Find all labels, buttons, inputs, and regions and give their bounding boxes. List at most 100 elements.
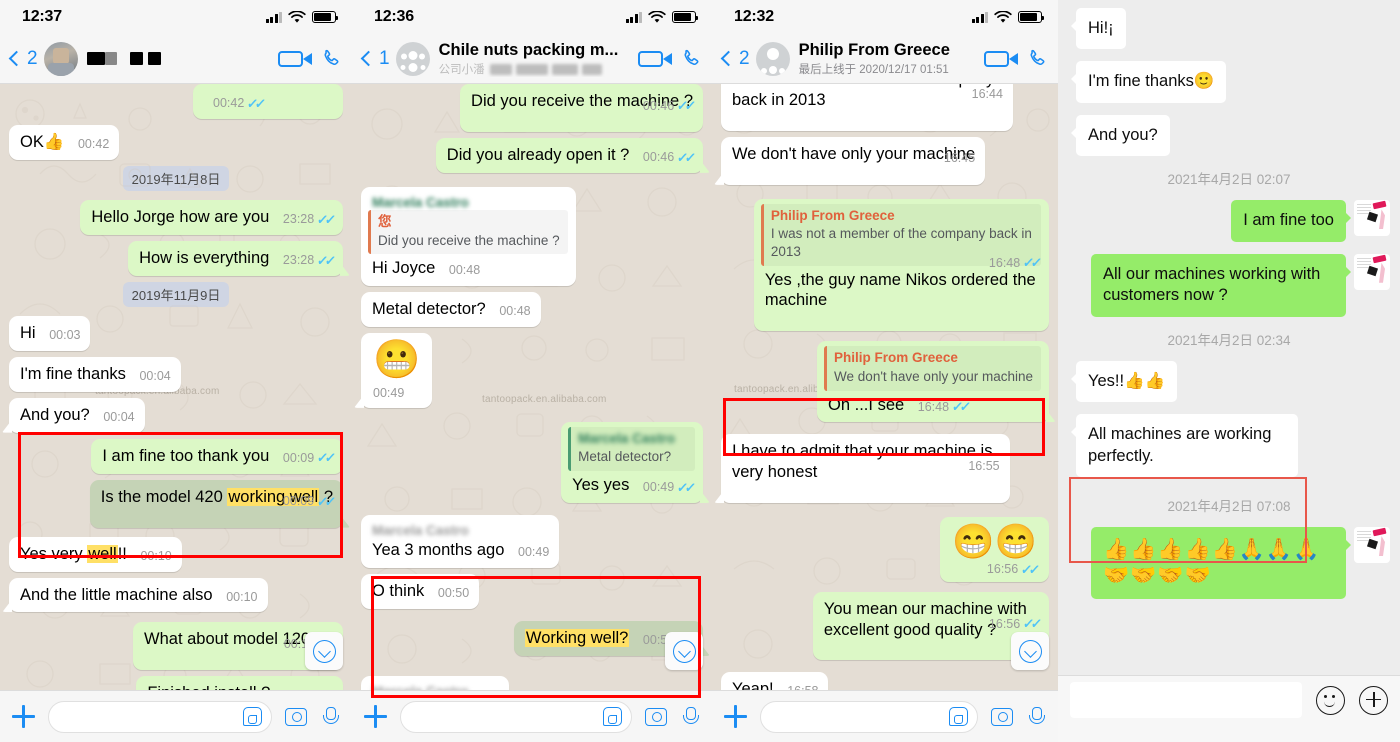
message-row[interactable]: Philip From Greece We don't have only yo… <box>712 341 1058 423</box>
message-row[interactable]: What about model 1200 ? 00:11✓✓ <box>0 622 352 671</box>
voice-call-icon[interactable] <box>1026 48 1048 70</box>
back-button[interactable]: 1 <box>360 48 396 70</box>
message-row[interactable]: We don't have only your machine 16:45 <box>712 136 1058 185</box>
message-list-1[interactable]: tantoopack.en.alibaba.com 00:42✓✓ OK👍 00… <box>0 84 352 690</box>
avatar[interactable] <box>1354 526 1390 563</box>
page-title: Philip From Greece 最后上线于 2020/12/17 01:5… <box>799 41 978 77</box>
wechat-message-list[interactable]: Hi!¡ I'm fine thanks🙂 And you? 2021年4月2日… <box>1058 0 1400 675</box>
message-row[interactable]: I am fine too <box>1058 200 1400 242</box>
camera-icon[interactable] <box>991 707 1013 726</box>
message-row[interactable]: 00:42 ✓✓ <box>0 84 352 119</box>
message-row[interactable]: Philip From Greece I was not a member of… <box>712 198 1058 332</box>
voice-call-icon[interactable] <box>320 48 342 70</box>
message-input[interactable] <box>760 700 978 733</box>
message-row[interactable]: OK👍 00:42 <box>0 124 352 160</box>
message-bubble: I was not a member of the company back i… <box>721 84 1013 131</box>
avatar[interactable] <box>1354 200 1390 237</box>
chat-subtitle: 公司小潘 <box>439 61 632 77</box>
voice-call-icon[interactable] <box>680 48 702 70</box>
message-row[interactable]: I am fine too thank you 00:09 ✓✓ <box>0 438 352 474</box>
message-row[interactable]: Marcela Castro 您 Did you receive the mac… <box>352 186 712 287</box>
message-row[interactable]: And you? 00:04 <box>0 397 352 433</box>
message-input[interactable] <box>48 700 272 733</box>
message-row[interactable]: 😁😁 16:56 ✓✓ <box>712 517 1058 582</box>
avatar[interactable] <box>395 41 430 76</box>
message-row[interactable]: 😬 00:49 <box>352 333 712 408</box>
message-list-3[interactable]: tantoopack.en.alibaba.com I was not a me… <box>712 84 1058 690</box>
camera-icon[interactable] <box>285 707 307 726</box>
message-row[interactable]: Yeap! 16:58 <box>712 672 1058 690</box>
chevron-left-icon <box>360 50 377 67</box>
attach-icon[interactable] <box>724 705 747 728</box>
message-row[interactable]: Marcela Castro Metal detector? Yes yes 0… <box>352 421 712 503</box>
signal-icon <box>265 11 282 23</box>
message-row[interactable]: Hello Jorge how are you 23:28 ✓✓ <box>0 199 352 235</box>
status-bar: 12:37 <box>0 0 352 34</box>
message-row[interactable]: And you? <box>1058 114 1400 157</box>
message-row[interactable]: I was not a member of the company back i… <box>712 84 1058 131</box>
camera-icon[interactable] <box>645 707 667 726</box>
message-row[interactable]: Hi 00:03 <box>0 315 352 351</box>
back-button[interactable]: 2 <box>720 48 756 70</box>
message-row[interactable]: Working well? 00:50✓✓ <box>352 620 712 656</box>
signal-icon <box>971 11 988 23</box>
avatar[interactable] <box>755 41 790 76</box>
message-row[interactable]: How is everything 23:28 ✓✓ <box>0 240 352 276</box>
scroll-to-bottom-button[interactable] <box>1011 632 1049 670</box>
message-row[interactable]: I'm fine thanks 00:04 <box>0 356 352 392</box>
date-divider: 2021年4月2日 02:34 <box>1167 332 1291 348</box>
message-row[interactable]: 👍👍👍👍👍🙏🙏🙏🤝🤝🤝🤝 <box>1058 526 1400 600</box>
scroll-to-bottom-button[interactable] <box>305 632 343 670</box>
message-row[interactable]: O think 00:50 <box>352 574 712 609</box>
message-row[interactable]: I'm fine thanks🙂 <box>1058 61 1400 103</box>
more-icon[interactable] <box>1359 685 1388 715</box>
message-row[interactable]: And the little machine also 00:10 <box>0 577 352 613</box>
quoted-message[interactable]: 您 Did you receive the machine ? <box>368 210 568 255</box>
message-row[interactable]: Yes very well!! 00:10 <box>0 536 352 572</box>
chevron-down-icon <box>312 639 336 663</box>
message-bubble: 00:42 ✓✓ <box>193 84 343 119</box>
message-row[interactable]: Finished install ? 00:11✓✓ <box>0 676 352 690</box>
composer-bar-1 <box>0 690 352 742</box>
message-row[interactable]: Marcela Castro Yea 3 months ago 00:49 <box>352 514 712 569</box>
avatar[interactable] <box>43 41 78 76</box>
message-row[interactable]: All our machines working with customers … <box>1058 253 1400 317</box>
message-list-2[interactable]: tantoopack.en.alibaba.com Did you receiv… <box>352 84 712 690</box>
message-input[interactable] <box>400 700 632 733</box>
message-row[interactable]: Did you already open it ? 00:46 ✓✓ <box>352 137 712 173</box>
message-row[interactable]: I have to admit that your machine is ver… <box>712 434 1058 504</box>
avatar[interactable] <box>1354 253 1390 290</box>
video-call-icon[interactable] <box>638 50 672 67</box>
emoji-content: 😬 <box>373 339 421 382</box>
message-row[interactable]: Metal detector? 00:48 <box>352 292 712 328</box>
microphone-icon[interactable] <box>1026 706 1046 728</box>
video-call-icon[interactable] <box>984 50 1018 67</box>
status-time: 12:36 <box>374 8 414 25</box>
message-row[interactable]: Yes!!👍👍 <box>1058 360 1400 403</box>
sticker-icon[interactable] <box>949 707 968 726</box>
back-button[interactable]: 2 <box>8 48 44 70</box>
message-input[interactable] <box>1070 682 1302 718</box>
unread-count: 2 <box>739 47 750 69</box>
message-row[interactable]: All machines are working perfectly. <box>1058 414 1400 477</box>
message-row[interactable]: Did you receive the machine ? 00:46 ✓✓ <box>352 84 712 132</box>
video-call-icon[interactable] <box>278 50 312 67</box>
attach-icon[interactable] <box>364 705 387 728</box>
attach-icon[interactable] <box>12 705 35 728</box>
scroll-to-bottom-button[interactable] <box>665 632 703 670</box>
quoted-message[interactable]: Marcela Castro Metal detector? <box>568 426 695 471</box>
microphone-icon[interactable] <box>680 706 700 728</box>
message-bubble-with-quote: Marcela Castro 您 Did you receive the mac… <box>361 186 576 287</box>
emoji-icon[interactable] <box>1316 685 1345 715</box>
message-row[interactable]: You mean our machine with excellent good… <box>712 591 1058 661</box>
message-meta: 00:42 ✓✓ <box>213 95 265 111</box>
microphone-icon[interactable] <box>320 706 340 728</box>
message-row[interactable]: Is the model 420 working well ? 00:09 ✓✓ <box>0 479 352 528</box>
message-row[interactable]: Marcela Castro Yes perfect 00:50 <box>352 675 712 690</box>
sticker-icon[interactable] <box>243 707 262 726</box>
quoted-message[interactable]: Philip From Greece We don't have only yo… <box>824 346 1041 391</box>
message-row[interactable]: Hi!¡ <box>1058 8 1400 50</box>
whatsapp-panel-3: 12:32 2 Philip From Greece 最后上线于 2020/12… <box>712 0 1058 742</box>
sticker-icon[interactable] <box>603 707 622 726</box>
message-bubble-with-quote: Philip From Greece We don't have only yo… <box>817 341 1049 423</box>
